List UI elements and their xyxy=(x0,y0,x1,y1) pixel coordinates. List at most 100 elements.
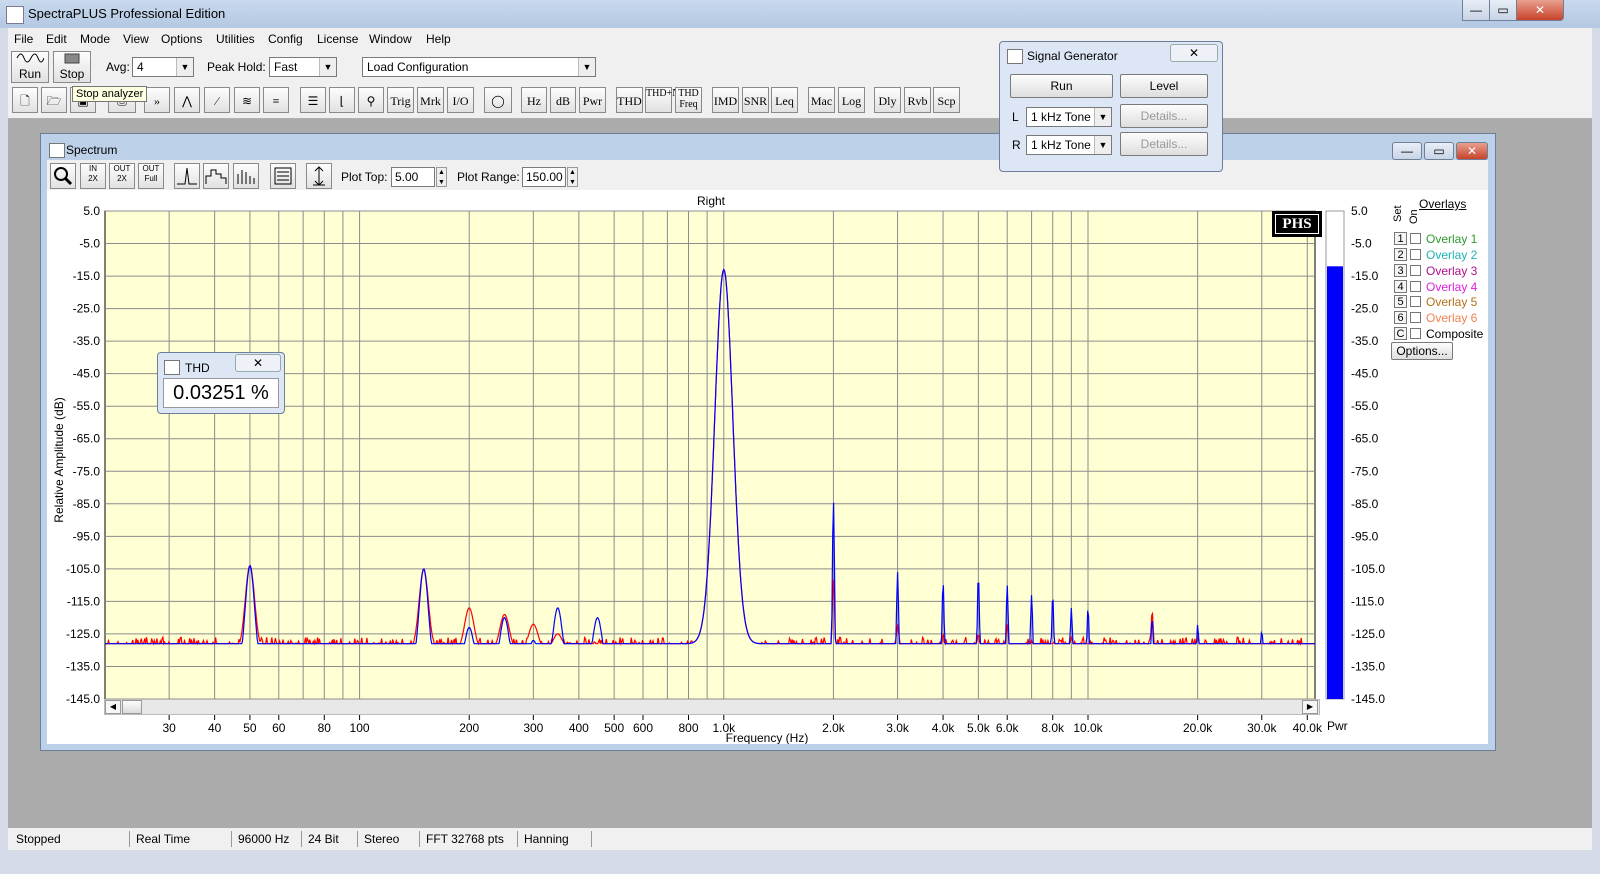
open-folder-icon[interactable]: 🗁 xyxy=(41,87,67,113)
y-tick-label: -105.0 xyxy=(66,562,100,576)
run-button[interactable]: Run xyxy=(11,51,49,83)
plot-top-input[interactable]: 5.00 xyxy=(391,167,435,187)
right-tone-select[interactable]: 1 kHz Tone ▼ xyxy=(1026,135,1112,155)
avg-select[interactable]: 4 ▼ xyxy=(132,57,194,77)
plot-range-input[interactable]: 150.00 xyxy=(522,167,566,187)
waterfall-icon[interactable]: ≋ xyxy=(234,87,260,113)
spectrum-maximize-button[interactable]: ▭ xyxy=(1424,142,1454,160)
menu-file[interactable]: File xyxy=(14,32,33,46)
menu-utilities[interactable]: Utilities xyxy=(216,32,255,46)
left-tone-select[interactable]: 1 kHz Tone ▼ xyxy=(1026,107,1112,127)
plot-background xyxy=(104,210,1316,700)
thd-button[interactable]: THD xyxy=(616,87,643,113)
plot-range-spinner[interactable]: ▲ ▼ xyxy=(567,167,578,187)
thd-freq-button[interactable]: THD Freq xyxy=(675,87,702,113)
mac-button[interactable]: Mac xyxy=(808,87,835,113)
thd-close-button[interactable]: ✕ xyxy=(235,354,281,372)
leq-button[interactable]: Leq xyxy=(771,87,798,113)
scroll-thumb[interactable] xyxy=(122,700,142,714)
zoom-in-2x-icon[interactable]: IN 2X xyxy=(80,163,106,189)
bar-plot-icon[interactable] xyxy=(233,163,259,189)
chevron-down-icon: ▼ xyxy=(176,58,193,76)
close-button[interactable]: ✕ xyxy=(1516,0,1564,21)
menu-view[interactable]: View xyxy=(123,32,149,46)
configuration-select[interactable]: Load Configuration ▼ xyxy=(362,57,596,77)
stop-button[interactable]: Stop xyxy=(53,51,91,83)
menu-config[interactable]: Config xyxy=(268,32,303,46)
menu-edit[interactable]: Edit xyxy=(46,32,67,46)
overlay-set-button[interactable]: 5 xyxy=(1394,295,1407,308)
zoom-out-2x-icon[interactable]: OUT 2X xyxy=(109,163,135,189)
signal-generator-close-button[interactable]: ✕ xyxy=(1170,44,1218,62)
overlay-options-button[interactable]: Options... xyxy=(1391,342,1453,360)
rvb-button[interactable]: Rvb xyxy=(904,87,931,113)
overlay-set-button[interactable]: 4 xyxy=(1394,280,1407,293)
overlay-checkbox[interactable] xyxy=(1410,281,1421,292)
generator-level-button[interactable]: Level xyxy=(1120,74,1208,98)
time-series-icon[interactable]: ∕ xyxy=(204,87,230,113)
y-axis-label: Relative Amplitude (dB) xyxy=(52,397,66,522)
maximize-button[interactable]: ▭ xyxy=(1489,0,1517,21)
imd-button[interactable]: IMD xyxy=(712,87,739,113)
overlay-checkbox[interactable] xyxy=(1410,249,1421,260)
app-icon xyxy=(6,6,24,24)
overlay-checkbox[interactable] xyxy=(1410,328,1421,339)
generator-run-button[interactable]: Run xyxy=(1010,74,1113,98)
menu-window[interactable]: Window xyxy=(369,32,412,46)
signal-generator-icon[interactable]: ◯ xyxy=(484,87,512,113)
menu-help[interactable]: Help xyxy=(426,32,451,46)
overlay-set-button[interactable]: 2 xyxy=(1394,248,1407,261)
db-button[interactable]: dB xyxy=(550,87,576,113)
overlay-checkbox[interactable] xyxy=(1410,233,1421,244)
settings-list-icon[interactable]: ☰ xyxy=(300,87,326,113)
minimize-button[interactable]: — xyxy=(1462,0,1490,21)
snr-button[interactable]: SNR xyxy=(742,87,769,113)
overlay-checkbox[interactable] xyxy=(1410,296,1421,307)
calibration-icon[interactable]: ⚲ xyxy=(358,87,384,113)
dly-button[interactable]: Dly xyxy=(874,87,901,113)
spectrum-mode-icon[interactable]: ⋀ xyxy=(174,87,200,113)
scroll-right-icon[interactable]: ▶ xyxy=(1302,700,1318,714)
spectrum-minimize-button[interactable]: — xyxy=(1392,142,1422,160)
trig-button[interactable]: Trig xyxy=(387,87,414,113)
spectrum-chart[interactable]: 5.0 -5.0 -15.0 -25.0 -35.0 -45.0 -55.0 -65.0 -75… xyxy=(47,190,1488,744)
y-tick-label-right: -45.0 xyxy=(1351,367,1379,381)
overlay-set-button[interactable]: 1 xyxy=(1394,232,1407,245)
zoom-out-full-icon[interactable]: OUT Full xyxy=(138,163,164,189)
scroll-left-icon[interactable]: ◀ xyxy=(105,700,121,714)
mrk-button[interactable]: Mrk xyxy=(417,87,444,113)
thd-n-button[interactable]: THD+N xyxy=(645,87,679,113)
right-details-button[interactable]: Details... xyxy=(1120,132,1208,156)
octave-bars-icon[interactable] xyxy=(203,163,229,189)
overlay-checkbox[interactable] xyxy=(1410,265,1421,276)
log-button[interactable]: Log xyxy=(838,87,865,113)
io-button[interactable]: I/O xyxy=(447,87,474,113)
signal-generator-title: Signal Generator xyxy=(1027,49,1118,63)
fast-forward-icon[interactable]: » xyxy=(144,87,170,113)
pwr-button[interactable]: Pwr xyxy=(579,87,606,113)
right-tone-value: 1 kHz Tone xyxy=(1031,138,1091,152)
scp-button[interactable]: Scp xyxy=(933,87,960,113)
y-tick-label-right: -145.0 xyxy=(1351,692,1385,706)
overlay-set-button[interactable]: C xyxy=(1394,327,1407,340)
menu-license[interactable]: License xyxy=(317,32,358,46)
scale-icon[interactable] xyxy=(306,163,332,189)
menu-mode[interactable]: Mode xyxy=(80,32,110,46)
hz-button[interactable]: Hz xyxy=(521,87,547,113)
x-tick-label: 40 xyxy=(208,721,222,735)
plot-settings-icon[interactable] xyxy=(270,163,296,189)
scaling-icon[interactable]: ⌊ xyxy=(329,87,355,113)
zoom-icon[interactable] xyxy=(50,163,76,189)
overlay-checkbox[interactable] xyxy=(1410,312,1421,323)
overlay-set-button[interactable]: 3 xyxy=(1394,264,1407,277)
line-plot-icon[interactable] xyxy=(174,163,200,189)
3d-surface-icon[interactable]: ≡ xyxy=(263,87,289,113)
spectrum-close-button[interactable]: ✕ xyxy=(1456,142,1488,160)
menu-options[interactable]: Options xyxy=(161,32,202,46)
peak-hold-select[interactable]: Fast ▼ xyxy=(269,57,337,77)
left-details-button[interactable]: Details... xyxy=(1120,104,1208,128)
plot-top-spinner[interactable]: ▲ ▼ xyxy=(436,167,447,187)
overlay-set-button[interactable]: 6 xyxy=(1394,311,1407,324)
horizontal-scrollbar[interactable] xyxy=(104,699,1320,715)
new-file-icon[interactable]: 🗋 xyxy=(12,87,38,113)
